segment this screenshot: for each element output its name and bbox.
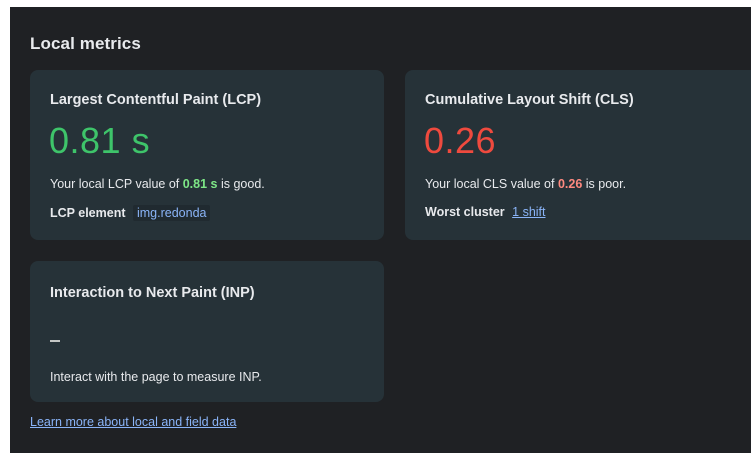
cls-title: Cumulative Layout Shift (CLS) — [425, 92, 634, 108]
lcp-desc-value: 0.81 s — [182, 177, 218, 191]
lcp-desc-suffix: is good. — [217, 177, 265, 191]
lcp-element-node-link[interactable]: img.redonda — [132, 205, 211, 221]
cls-card: Cumulative Layout Shift (CLS) 0.26 Your … — [405, 70, 751, 240]
cls-description: Your local CLS value of 0.26 is poor. — [425, 177, 626, 191]
lcp-value: 0.81 s — [49, 120, 151, 161]
lcp-description: Your local LCP value of 0.81 s is good. — [50, 177, 265, 191]
cls-cluster-row: Worst cluster 1 shift — [425, 205, 546, 219]
cls-desc-prefix: Your local CLS value of — [425, 177, 558, 191]
inp-description: Interact with the page to measure INP. — [50, 370, 262, 384]
cls-desc-suffix: is poor. — [582, 177, 627, 191]
inp-card: Interaction to Next Paint (INP) Interact… — [30, 261, 384, 402]
cls-value: 0.26 — [424, 120, 497, 161]
lcp-card: Largest Contentful Paint (LCP) 0.81 s Yo… — [30, 70, 384, 240]
cls-cluster-label: Worst cluster — [425, 205, 505, 219]
learn-more-link[interactable]: Learn more about local and field data — [30, 415, 236, 429]
lcp-desc-prefix: Your local LCP value of — [50, 177, 183, 191]
local-metrics-panel: Local metrics Largest Contentful Paint (… — [10, 7, 751, 453]
worst-cluster-link[interactable]: 1 shift — [512, 205, 545, 219]
section-title: Local metrics — [30, 34, 141, 53]
inp-empty-value-dash — [50, 340, 60, 342]
lcp-element-row: LCP element img.redonda — [50, 205, 211, 221]
lcp-title: Largest Contentful Paint (LCP) — [50, 92, 262, 108]
lcp-element-label: LCP element — [50, 206, 126, 220]
cls-desc-value: 0.26 — [557, 177, 583, 191]
inp-title: Interaction to Next Paint (INP) — [50, 285, 255, 301]
